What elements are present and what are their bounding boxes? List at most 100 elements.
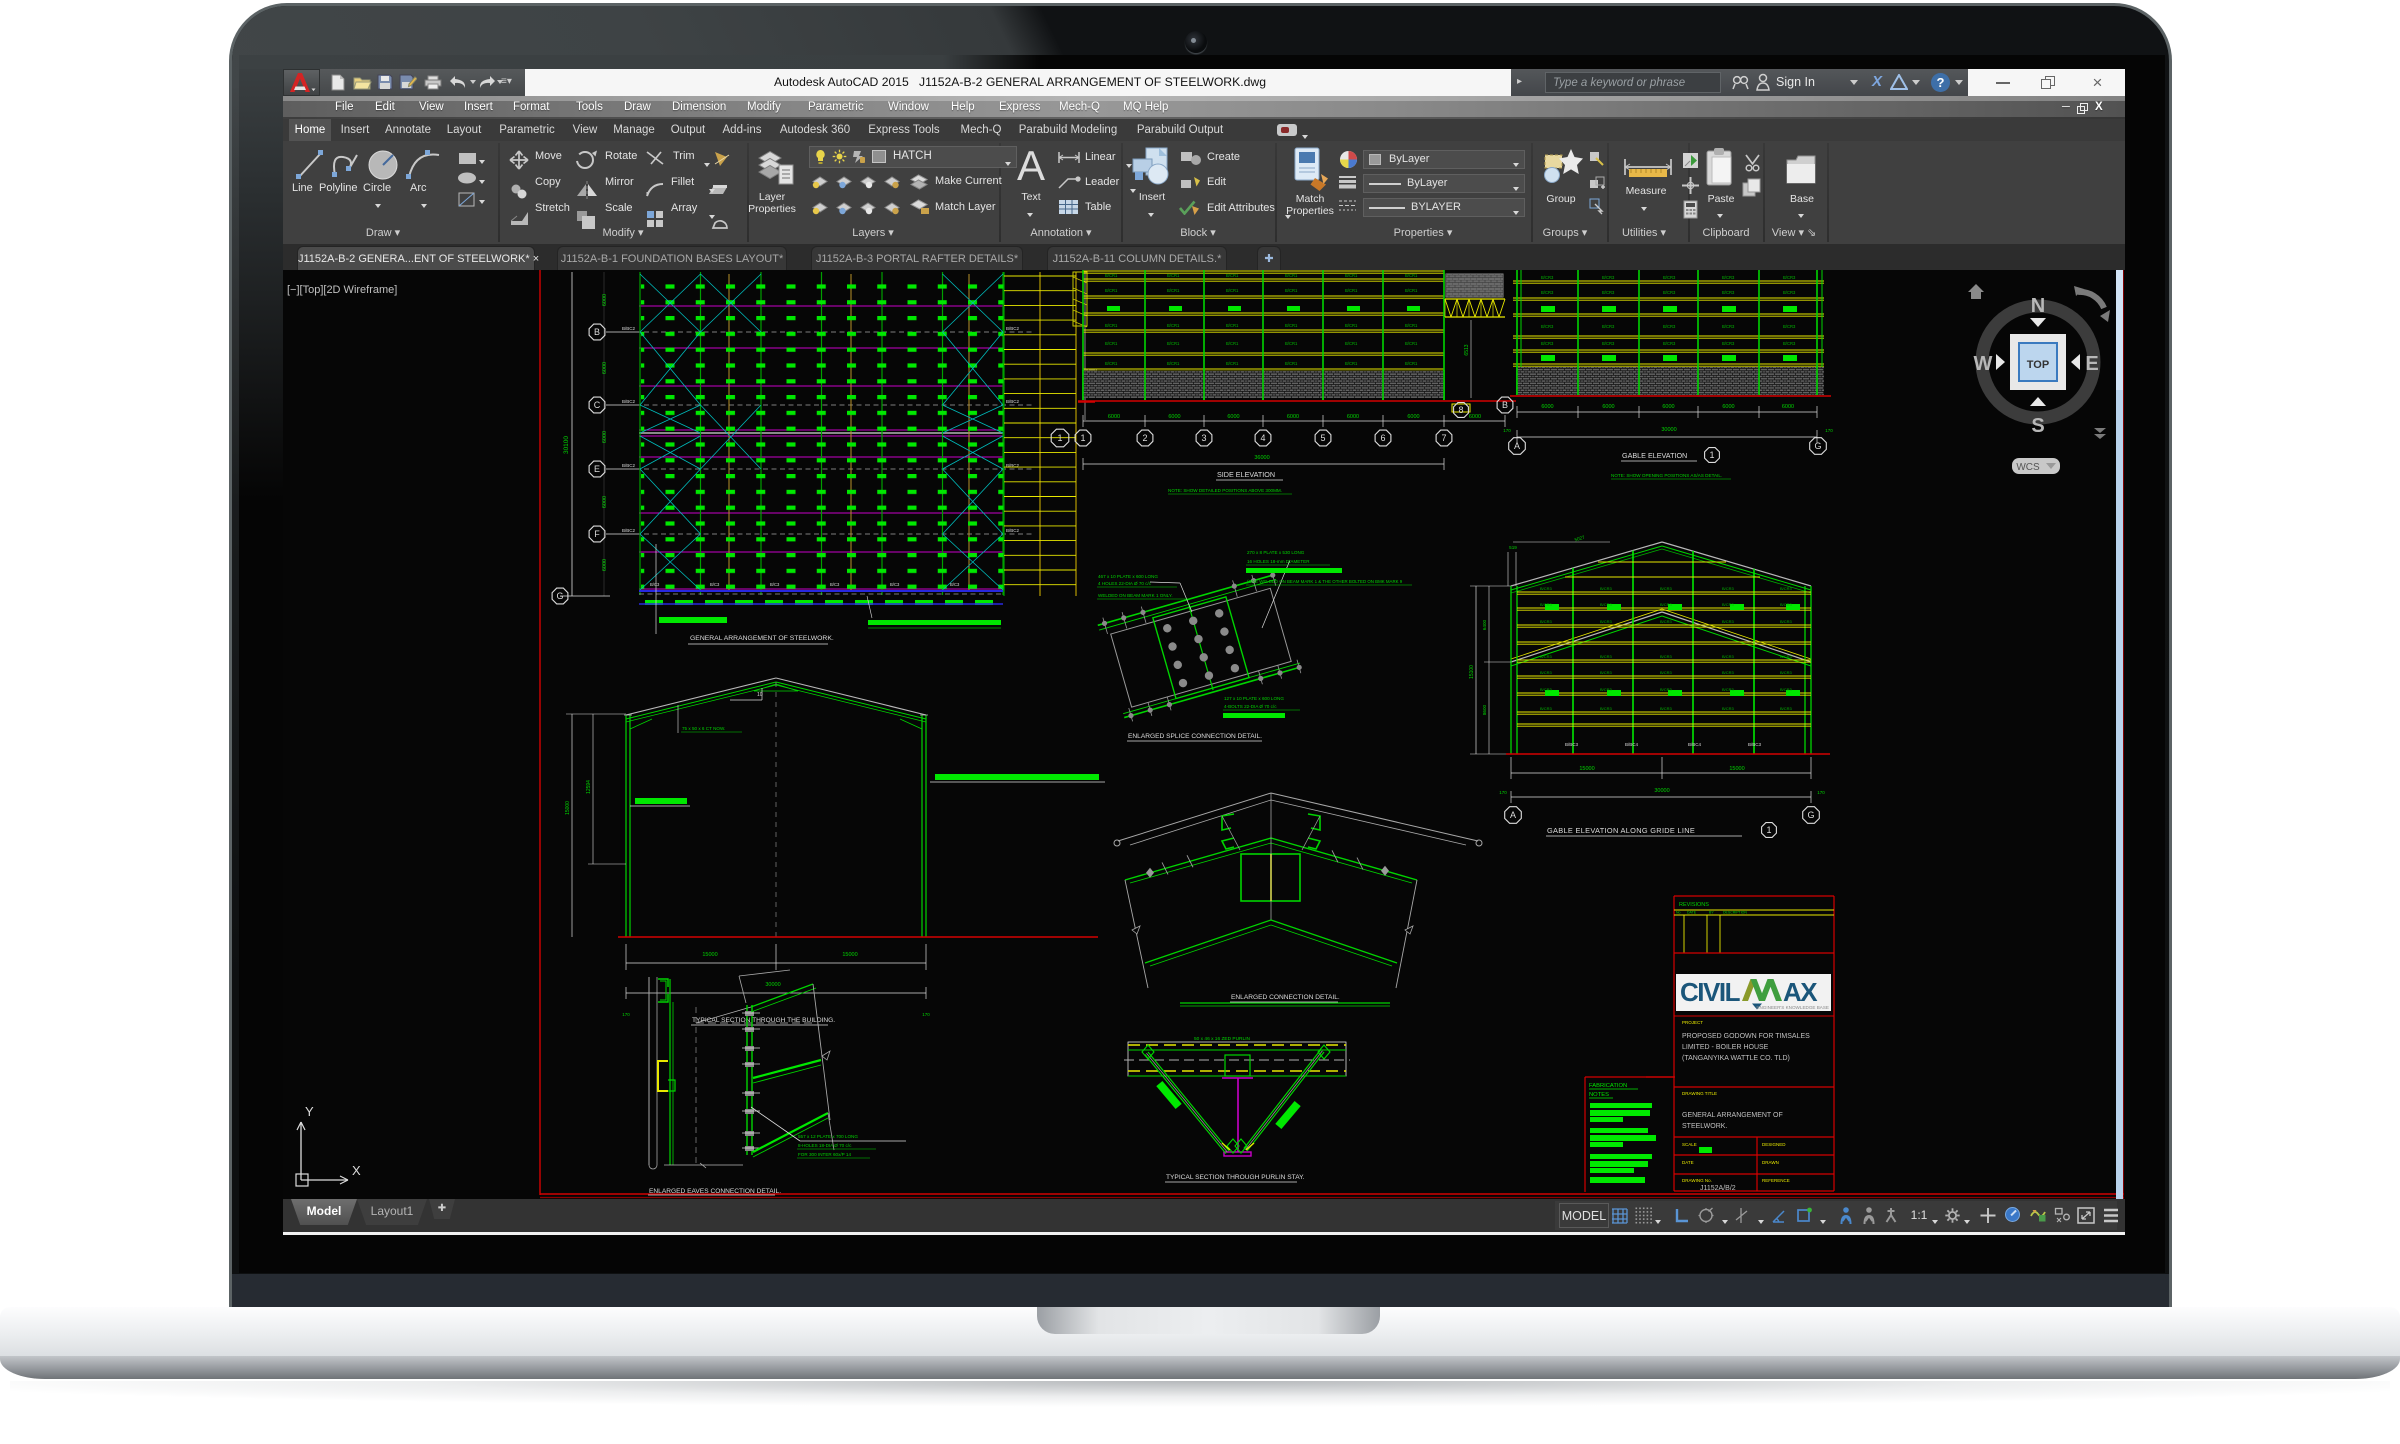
svg-text:B/BC3: B/BC3 (1748, 742, 1762, 747)
svg-text:DRAWING No.: DRAWING No. (1682, 1178, 1712, 1183)
svg-text:B: B (1502, 400, 1508, 410)
svg-text:C: C (594, 400, 601, 410)
svg-text:B/C3: B/C3 (890, 582, 900, 587)
svg-text:3: 3 (1201, 433, 1206, 443)
svg-text:75 x 50 x 6 CT NOW.: 75 x 50 x 6 CT NOW. (682, 726, 725, 731)
svg-text:GENERAL ARRANGEMENT OF STEE: GENERAL ARRANGEMENT OF STEELWORK. (690, 635, 834, 642)
svg-text:GENERAL ARRANGEMENT OF: GENERAL ARRANGEMENT OF (1682, 1112, 1783, 1119)
svg-text:B/CR1: B/CR1 (1226, 341, 1239, 346)
svg-text:B/CR3: B/CR3 (1663, 275, 1676, 280)
svg-text:DATE: DATE (1687, 911, 1697, 915)
svg-text:DRAWN: DRAWN (1762, 1160, 1779, 1165)
svg-text:B/CR3: B/CR3 (1600, 687, 1613, 692)
svg-text:BY: BY (1709, 911, 1714, 915)
svg-text:B/CR3: B/CR3 (1780, 706, 1793, 711)
svg-text:(ONE WELDED ON BEAM MARK 1 & T: (ONE WELDED ON BEAM MARK 1 & THE OTHER B… (1247, 579, 1403, 584)
svg-text:B/CR3: B/CR3 (1540, 670, 1553, 675)
svg-text:170: 170 (622, 1012, 630, 1017)
svg-text:B/CR3: B/CR3 (1540, 687, 1553, 692)
svg-text:AX: AX (1783, 977, 1818, 1007)
svg-text:B/BC2: B/BC2 (1006, 528, 1020, 533)
svg-text:B/CR3: B/CR3 (1600, 654, 1613, 659)
svg-text:F: F (594, 529, 600, 539)
svg-text:B/CR3: B/CR3 (1780, 602, 1793, 607)
svg-text:30000: 30000 (765, 982, 780, 988)
svg-text:B/BC4: B/BC4 (1688, 742, 1702, 747)
svg-text:GABLE ELEVATION ALONG GRIDE: GABLE ELEVATION ALONG GRIDE LINE (1547, 826, 1695, 835)
svg-text:6400: 6400 (1482, 619, 1487, 630)
svg-text:1: 1 (1766, 825, 1771, 835)
svg-text:6513: 6513 (1464, 344, 1470, 355)
svg-text:B/C3: B/C3 (650, 582, 660, 587)
svg-text:B/CR3: B/CR3 (1541, 324, 1554, 329)
svg-text:15000: 15000 (702, 952, 717, 958)
svg-text:1: 1 (1057, 433, 1062, 443)
svg-text:170: 170 (1817, 790, 1825, 795)
svg-text:B/CR3: B/CR3 (1600, 619, 1613, 624)
svg-text:8: 8 (1458, 405, 1463, 415)
svg-text:B/BC3: B/BC3 (1565, 742, 1579, 747)
svg-text:170: 170 (922, 1012, 930, 1017)
svg-text:B/CR3: B/CR3 (1602, 324, 1615, 329)
svg-text:B/CR3: B/CR3 (1660, 586, 1673, 591)
svg-text:B/CR1: B/CR1 (1405, 323, 1418, 328)
svg-text:B/CR3: B/CR3 (1660, 619, 1673, 624)
svg-text:SIDE ELEVATION: SIDE ELEVATION (1217, 470, 1275, 479)
svg-text:B/C3: B/C3 (950, 582, 960, 587)
svg-text:G: G (1807, 810, 1814, 820)
svg-text:B/CR3: B/CR3 (1540, 706, 1553, 711)
svg-text:8-HOLES 18-DIA Ø 70 c/c: 8-HOLES 18-DIA Ø 70 c/c (798, 1143, 852, 1148)
svg-text:B/CR3: B/CR3 (1780, 619, 1793, 624)
svg-text:B/CR1: B/CR1 (1285, 273, 1298, 278)
svg-text:36000: 36000 (1254, 455, 1269, 461)
svg-text:TOP: TOP (2027, 359, 2049, 371)
svg-text:6000: 6000 (1782, 404, 1794, 410)
svg-text:DRAWING TITLE: DRAWING TITLE (1682, 1091, 1717, 1096)
svg-text:170: 170 (1503, 428, 1511, 433)
svg-text:6000: 6000 (1602, 404, 1614, 410)
svg-text:DATE: DATE (1682, 1160, 1694, 1165)
svg-text:B/CR3: B/CR3 (1722, 324, 1735, 329)
svg-text:B/CR1: B/CR1 (1167, 341, 1180, 346)
svg-text:30000: 30000 (1654, 788, 1669, 794)
svg-text:4-BOLTS 22-DIA Ø 70 c/c: 4-BOLTS 22-DIA Ø 70 c/c (1224, 704, 1277, 709)
svg-text:15000: 15000 (1729, 766, 1744, 772)
svg-text:B/CR1: B/CR1 (1167, 273, 1180, 278)
svg-text:B/CR1: B/CR1 (1345, 288, 1358, 293)
svg-text:J1152A/B/2: J1152A/B/2 (1700, 1185, 1736, 1192)
svg-text:127 x 10 PLATE x 600 LONG: 127 x 10 PLATE x 600 LONG (1224, 696, 1284, 701)
svg-text:Y: Y (305, 1104, 314, 1119)
svg-text:GABLE ELEVATION: GABLE ELEVATION (1622, 451, 1687, 460)
svg-text:B/C3: B/C3 (770, 582, 780, 587)
svg-text:B/CR3: B/CR3 (1541, 275, 1554, 280)
svg-text:B/CR3: B/CR3 (1722, 290, 1735, 295)
svg-text:B/CR3: B/CR3 (1663, 324, 1676, 329)
svg-text:B/BC2: B/BC2 (1006, 399, 1020, 404)
svg-text:B/CR1: B/CR1 (1226, 273, 1239, 278)
svg-text:B/CR3: B/CR3 (1660, 706, 1673, 711)
svg-text:B/CR3: B/CR3 (1722, 275, 1735, 280)
svg-text:6000: 6000 (1347, 414, 1359, 420)
svg-text:B/CR1: B/CR1 (1345, 273, 1358, 278)
svg-text:6000: 6000 (1407, 414, 1419, 420)
svg-text:B/CR3: B/CR3 (1540, 586, 1553, 591)
svg-text:STEELWORK.: STEELWORK. (1682, 1123, 1727, 1130)
svg-text:1: 1 (1709, 450, 1714, 460)
svg-text:15000: 15000 (565, 801, 571, 815)
svg-text:A: A (1514, 441, 1520, 451)
svg-text:B/CR3: B/CR3 (1660, 687, 1673, 692)
svg-text:6: 6 (1380, 433, 1385, 443)
svg-text:B/BC2: B/BC2 (622, 463, 636, 468)
svg-text:B/CR3: B/CR3 (1722, 341, 1735, 346)
svg-text:B/CR3: B/CR3 (1780, 654, 1793, 659)
svg-text:LIMITED - BOILER HOUSE: LIMITED - BOILER HOUSE (1682, 1044, 1769, 1051)
svg-text:B/BC2: B/BC2 (622, 326, 636, 331)
svg-text:2: 2 (1142, 433, 1147, 443)
svg-text:NOTES: NOTES (1589, 1092, 1609, 1098)
svg-text:B/CR1: B/CR1 (1405, 341, 1418, 346)
svg-text:15000: 15000 (842, 952, 857, 958)
svg-text:B/CR3: B/CR3 (1541, 290, 1554, 295)
svg-text:DESIGNED: DESIGNED (1762, 1142, 1786, 1147)
svg-text:6000: 6000 (1227, 414, 1239, 420)
svg-text:B/CR3: B/CR3 (1780, 586, 1793, 591)
